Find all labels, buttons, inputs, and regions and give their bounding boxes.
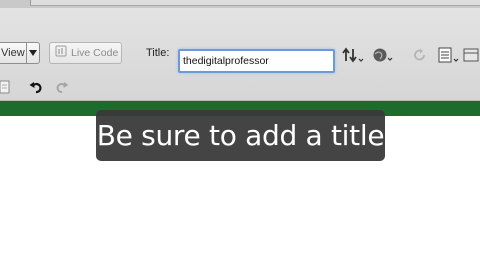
live-code-button[interactable]: Live Code xyxy=(49,42,122,64)
page-icon[interactable] xyxy=(0,78,12,96)
undo-icon[interactable] xyxy=(28,79,44,95)
view-button-label: View xyxy=(1,47,25,59)
document-toolbar: View Live Code Title: xyxy=(0,8,480,101)
title-label: Title: xyxy=(146,47,170,59)
redo-icon[interactable] xyxy=(54,79,70,95)
live-code-icon xyxy=(55,44,67,62)
document-tab[interactable] xyxy=(30,0,480,6)
preview-browser-icon[interactable] xyxy=(372,46,394,64)
view-options-icon[interactable] xyxy=(437,45,461,65)
live-code-label: Live Code xyxy=(71,47,119,59)
title-input[interactable] xyxy=(178,49,335,73)
view-dropdown-button[interactable]: View xyxy=(0,42,40,64)
video-caption: Be sure to add a title xyxy=(96,110,385,161)
dropdown-arrow-icon[interactable] xyxy=(26,43,39,63)
file-management-icon[interactable] xyxy=(342,46,364,64)
refresh-icon[interactable] xyxy=(412,46,428,64)
visual-aids-icon[interactable] xyxy=(462,45,480,65)
window-top-strip xyxy=(0,0,480,8)
